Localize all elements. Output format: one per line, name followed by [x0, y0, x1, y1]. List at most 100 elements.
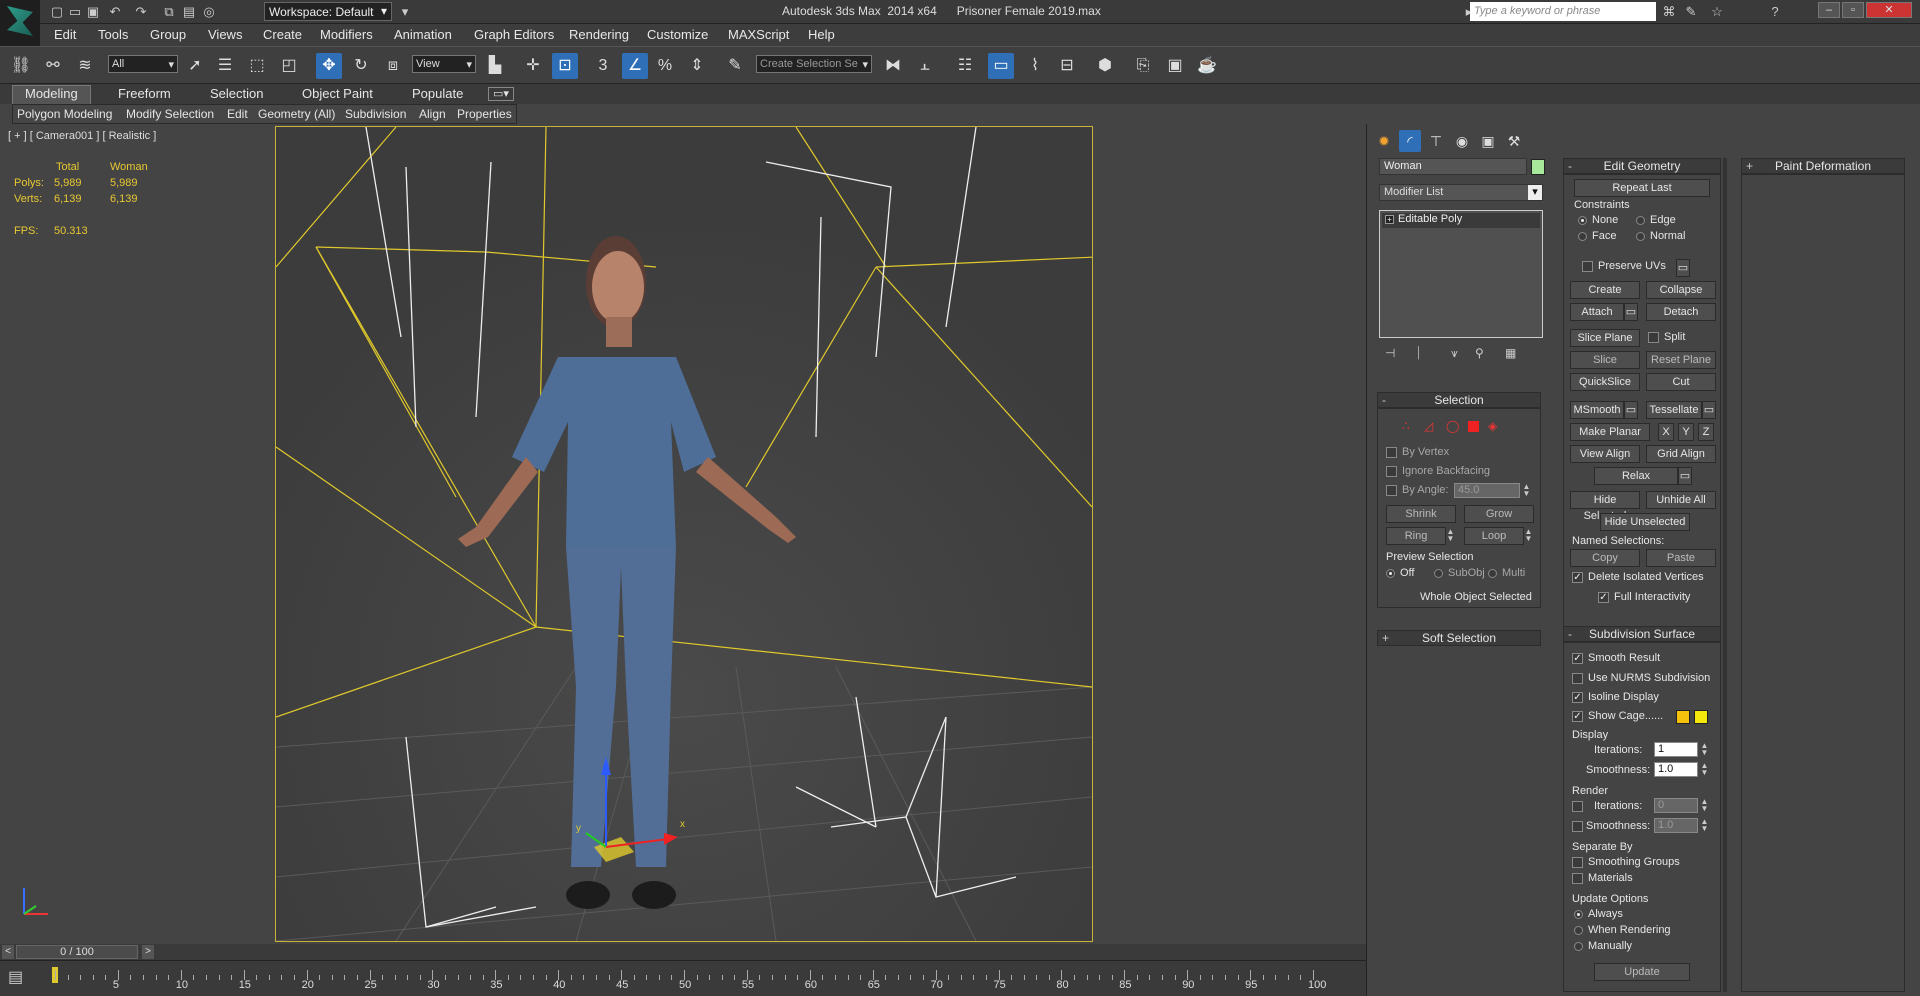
render-iterations-checkbox[interactable]: [1572, 801, 1583, 812]
render-setup-icon[interactable]: ⎘: [1130, 53, 1156, 79]
tab-populate[interactable]: Populate: [412, 86, 463, 101]
keyboard-shortcut-override-icon[interactable]: ⊡: [552, 53, 578, 79]
ribbon-options-icon[interactable]: ▭▾: [488, 87, 514, 101]
ring-spinner-icon[interactable]: ▲ ▼: [1446, 528, 1455, 543]
spinner-snap-icon[interactable]: ⇕: [684, 53, 710, 79]
menu-rendering[interactable]: Rendering: [569, 27, 629, 42]
hold-icon[interactable]: ⧉: [160, 3, 178, 21]
reset-plane-button[interactable]: Reset Plane: [1646, 351, 1716, 369]
show-cage-checkbox[interactable]: ✓: [1572, 711, 1583, 722]
smooth-result-checkbox[interactable]: ✓: [1572, 653, 1583, 664]
fetch-icon[interactable]: ▤: [180, 3, 198, 21]
preview-subobj-radio[interactable]: [1434, 569, 1443, 578]
planar-z-button[interactable]: Z: [1698, 423, 1714, 441]
binoculars-icon[interactable]: ⌘: [1660, 3, 1678, 21]
make-planar-button[interactable]: Make Planar: [1570, 423, 1650, 441]
manipulate-icon[interactable]: ✛: [520, 53, 546, 79]
menu-views[interactable]: Views: [208, 27, 242, 42]
tessellate-settings-icon[interactable]: ▭: [1702, 401, 1716, 419]
viewport-label[interactable]: [ + ] [ Camera001 ] [ Realistic ]: [8, 130, 156, 142]
view-align-button[interactable]: View Align: [1570, 445, 1640, 463]
constraint-normal-radio[interactable]: [1636, 232, 1645, 241]
relax-button[interactable]: Relax: [1594, 467, 1678, 485]
menu-create[interactable]: Create: [263, 27, 302, 42]
next-frame-icon[interactable]: >: [142, 945, 154, 959]
window-crossing-icon[interactable]: ◰: [276, 53, 302, 79]
hide-selected-button[interactable]: Hide Selected: [1570, 491, 1640, 522]
new-file-icon[interactable]: ▢: [48, 3, 66, 21]
reference-coordinate-dropdown[interactable]: View ▾: [412, 55, 476, 73]
render-iterations-spinner[interactable]: 0: [1654, 798, 1698, 813]
border-level-icon[interactable]: ◯: [1446, 419, 1459, 433]
menu-help[interactable]: Help: [808, 27, 835, 42]
customize-toolbar-icon[interactable]: ▾: [396, 3, 414, 21]
detach-button[interactable]: Detach: [1646, 303, 1716, 321]
display-tab-icon[interactable]: ▣: [1477, 130, 1499, 152]
render-smoothness-spinner[interactable]: 1.0: [1654, 818, 1698, 833]
select-and-move-icon[interactable]: ✥: [316, 53, 342, 79]
workspace-dropdown[interactable]: Workspace: Default ▾: [264, 2, 392, 21]
attach-button[interactable]: Attach: [1570, 303, 1624, 321]
ribbon-align[interactable]: Align: [419, 107, 446, 121]
layer-explorer-icon[interactable]: ☷: [952, 53, 978, 79]
quickslice-button[interactable]: QuickSlice: [1570, 373, 1640, 391]
menu-tools[interactable]: Tools: [98, 27, 128, 42]
edit-named-selection-icon[interactable]: ✎: [722, 53, 748, 79]
polygon-level-icon[interactable]: [1468, 421, 1479, 432]
ribbon-modify-selection[interactable]: Modify Selection: [126, 107, 214, 121]
pivot-center-icon[interactable]: ▙: [482, 53, 508, 79]
by-vertex-checkbox[interactable]: [1386, 447, 1397, 458]
select-object-icon[interactable]: ➚: [182, 53, 208, 79]
snaps-toggle-icon[interactable]: 3: [590, 53, 616, 79]
mirror-icon[interactable]: ⧓: [880, 53, 906, 79]
selection-filter-dropdown[interactable]: All ▾: [108, 55, 178, 73]
by-angle-checkbox[interactable]: [1386, 485, 1397, 496]
constraint-edge-radio[interactable]: [1636, 216, 1645, 225]
named-selection-set-dropdown[interactable]: Create Selection Se ▾: [756, 55, 872, 73]
render-production-icon[interactable]: ☕: [1194, 53, 1220, 79]
maximize-icon[interactable]: ▫: [1842, 2, 1864, 18]
msmooth-settings-icon[interactable]: ▭: [1624, 401, 1638, 419]
make-unique-icon[interactable]: ⩛: [1451, 346, 1458, 361]
copy-button[interactable]: Copy: [1570, 549, 1640, 567]
full-interactivity-checkbox[interactable]: ✓: [1598, 592, 1609, 603]
material-editor-icon[interactable]: ⬢: [1092, 53, 1118, 79]
update-when-rendering-radio[interactable]: [1574, 926, 1583, 935]
help-icon[interactable]: ?: [1766, 3, 1784, 21]
object-color-swatch[interactable]: [1531, 159, 1545, 175]
cut-button[interactable]: Cut: [1646, 373, 1716, 391]
cage-color-swatch[interactable]: [1676, 710, 1690, 724]
rendered-frame-window-icon[interactable]: ▣: [1162, 53, 1188, 79]
tab-freeform[interactable]: Freeform: [118, 86, 171, 101]
preserve-uvs-checkbox[interactable]: [1582, 261, 1593, 272]
remove-modifier-icon[interactable]: ⚲: [1475, 346, 1484, 360]
modifier-list-dropdown[interactable]: Modifier List ▾: [1379, 184, 1543, 201]
create-button[interactable]: Create: [1570, 281, 1640, 299]
loop-spinner-icon[interactable]: ▲ ▼: [1524, 528, 1533, 543]
edit-geometry-rollout-title[interactable]: - Edit Geometry: [1563, 158, 1721, 174]
project-folder-icon[interactable]: ◎: [200, 3, 218, 21]
schematic-view-icon[interactable]: ⊟: [1054, 53, 1080, 79]
angle-spinner[interactable]: 45.0: [1454, 483, 1520, 498]
spinner-arrows-icon[interactable]: ▲ ▼: [1700, 742, 1709, 757]
soft-selection-rollout-title[interactable]: + Soft Selection: [1377, 630, 1541, 646]
tab-object-paint[interactable]: Object Paint: [302, 86, 373, 101]
angle-snap-icon[interactable]: ∠: [622, 53, 648, 79]
close-icon[interactable]: ✕: [1866, 2, 1912, 18]
shrink-button[interactable]: Shrink: [1386, 505, 1456, 523]
minimize-icon[interactable]: –: [1818, 2, 1840, 18]
menu-group[interactable]: Group: [150, 27, 186, 42]
open-file-icon[interactable]: ▭: [66, 3, 84, 21]
menu-maxscript[interactable]: MAXScript: [728, 27, 789, 42]
paint-deformation-rollout-title[interactable]: + Paint Deformation: [1741, 158, 1905, 174]
track-bar[interactable]: ▤ 5 10 15 20 25 30 35 40 45 50 55 60 65 70 75 80 85 90 95 1…: [0, 960, 1366, 996]
menu-graph-editors[interactable]: Graph Editors: [474, 27, 554, 42]
smoothing-groups-checkbox[interactable]: [1572, 857, 1583, 868]
menu-customize[interactable]: Customize: [647, 27, 708, 42]
ribbon-subdivision[interactable]: Subdivision: [345, 107, 406, 121]
cage-selection-color-swatch[interactable]: [1694, 710, 1708, 724]
toggle-ribbon-icon[interactable]: ▭: [988, 53, 1014, 79]
display-iterations-spinner[interactable]: 1: [1654, 742, 1698, 757]
bind-space-warp-icon[interactable]: ≋: [72, 53, 98, 79]
modifier-stack[interactable]: + Editable Poly: [1379, 210, 1543, 338]
